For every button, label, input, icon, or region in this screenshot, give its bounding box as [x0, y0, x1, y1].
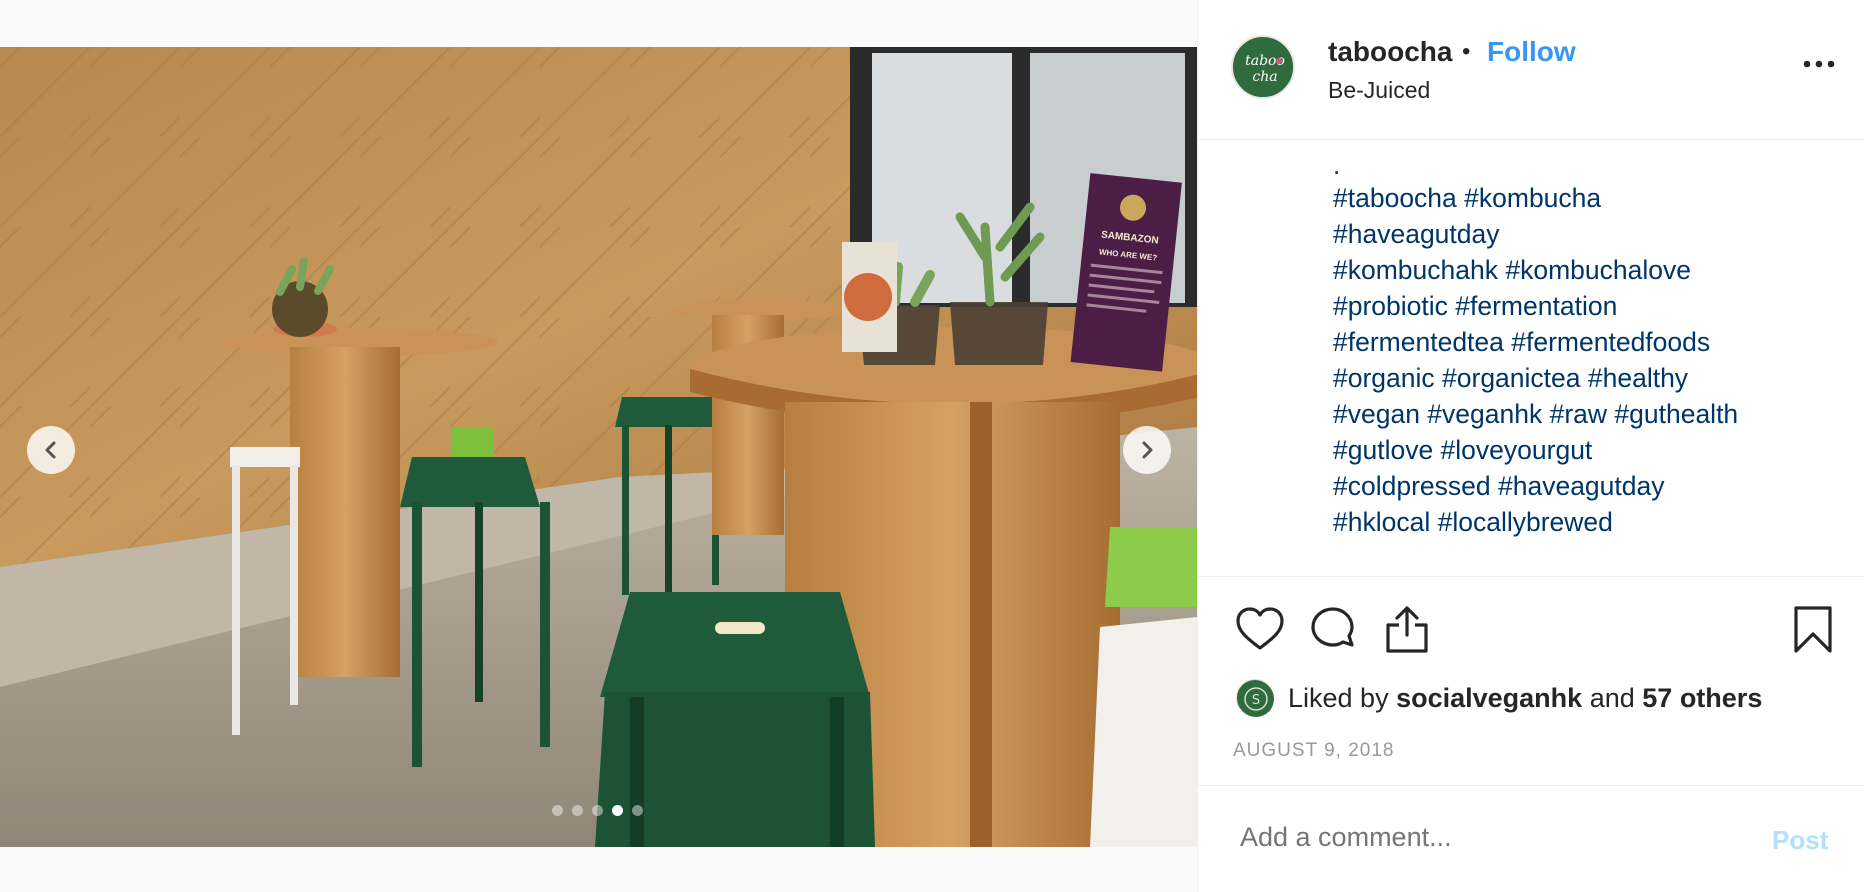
heart-icon[interactable] [1235, 605, 1285, 655]
likes-summary: S Liked by socialveganhk and 57 others [1236, 678, 1762, 718]
carousel-dot-active [612, 805, 623, 816]
follow-button[interactable]: Follow [1487, 36, 1576, 68]
hashtag-line[interactable]: #fermentedtea #fermentedfoods [1333, 324, 1843, 360]
svg-text:S: S [1252, 693, 1260, 708]
comment-input[interactable] [1240, 822, 1720, 853]
hashtag-line[interactable]: #gutlove #loveyourgut [1333, 432, 1843, 468]
bookmark-icon[interactable] [1788, 605, 1838, 655]
cafe-interior-photo: SAMBAZON WHO ARE WE? [0, 47, 1197, 847]
hashtag-line[interactable]: #hklocal #locallybrewed [1333, 504, 1843, 540]
likes-others-link[interactable]: 57 others [1642, 683, 1762, 713]
chevron-right-icon [1142, 441, 1153, 459]
hashtag-line[interactable]: #coldpressed #haveagutday [1333, 468, 1843, 504]
divider [1198, 576, 1864, 577]
comment-icon[interactable] [1308, 605, 1358, 655]
hashtag-line[interactable]: #kombuchahk #kombuchalove [1333, 252, 1843, 288]
post-username[interactable]: taboocha [1328, 36, 1452, 68]
post-photo[interactable]: SAMBAZON WHO ARE WE? [0, 47, 1197, 847]
hashtag-line[interactable]: #probiotic #fermentation [1333, 288, 1843, 324]
post-caption: . #taboocha #kombucha #haveagutday #komb… [1333, 150, 1843, 570]
carousel-indicator [552, 805, 643, 816]
post-details-panel: taboo cha taboocha • Follow Be-Juiced . … [1197, 0, 1864, 892]
carousel-dot [552, 805, 563, 816]
post-comment-button[interactable]: Post [1772, 825, 1828, 856]
separator-bullet: • [1462, 38, 1471, 65]
hashtag-line[interactable]: #haveagutday [1333, 216, 1843, 252]
caption-leading: . [1333, 150, 1341, 180]
hashtag-line[interactable]: #vegan #veganhk #raw #guthealth [1333, 396, 1843, 432]
avatar[interactable]: taboo cha [1231, 35, 1295, 99]
more-horizontal-icon[interactable] [1802, 54, 1836, 74]
next-slide-button[interactable] [1123, 426, 1171, 474]
caption-hashtags: #taboocha #kombucha #haveagutday #kombuc… [1333, 180, 1843, 540]
likes-prefix: Liked by [1288, 682, 1389, 713]
hashtag-line[interactable]: #taboocha #kombucha [1333, 180, 1843, 216]
hashtag-line[interactable]: #organic #organictea #healthy [1333, 360, 1843, 396]
likes-text: Liked by socialveganhk and 57 others [1288, 683, 1762, 714]
liker-username[interactable]: socialveganhk [1396, 683, 1582, 713]
post-location[interactable]: Be-Juiced [1328, 77, 1430, 104]
previous-slide-button[interactable] [27, 426, 75, 474]
likes-middle: and [1589, 682, 1635, 713]
post-header: taboo cha taboocha • Follow Be-Juiced [1198, 0, 1864, 140]
chevron-left-icon [45, 441, 56, 459]
liker-avatar[interactable]: S [1236, 679, 1274, 717]
post-media-area: SAMBAZON WHO ARE WE? [0, 0, 1197, 892]
carousel-dot [572, 805, 583, 816]
post-date[interactable]: AUGUST 9, 2018 [1233, 740, 1395, 762]
divider [1198, 785, 1864, 786]
svg-text:cha: cha [1252, 69, 1277, 85]
socialveganhk-avatar-icon: S [1238, 681, 1274, 717]
carousel-dot [632, 805, 643, 816]
taboocha-logo: taboo cha [1235, 39, 1293, 97]
carousel-dot [592, 805, 603, 816]
share-icon[interactable] [1382, 605, 1432, 655]
